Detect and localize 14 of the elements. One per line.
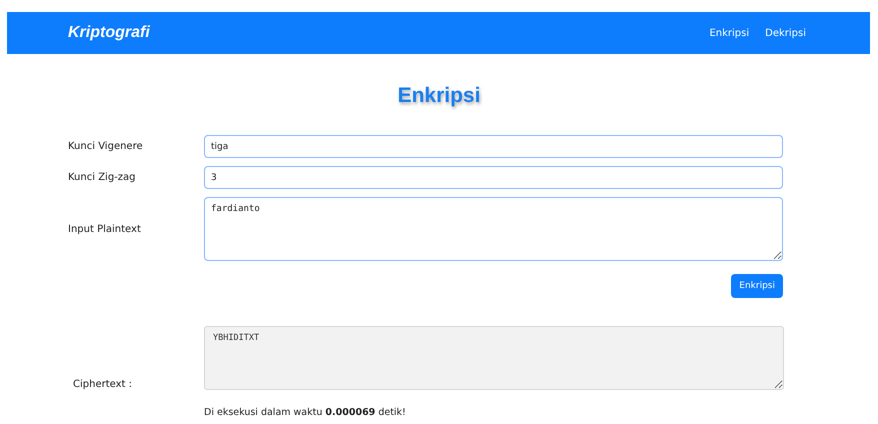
nav-link[interactable]: Enkripsi (709, 28, 750, 38)
encrypt-button[interactable]: Enkripsi (731, 274, 783, 298)
input-field[interactable]: 3 (204, 166, 783, 189)
field-label: Ciphertext : (73, 379, 133, 390)
execution-time-text: Di eksekusi dalam waktu 0.000069 detik! (204, 407, 407, 418)
ciphertext-field[interactable]: YBHIDITXT (204, 326, 784, 390)
brand-logo[interactable]: Kriptografi (68, 24, 150, 42)
field-label: Input Plaintext (68, 224, 142, 234)
plaintext-field[interactable]: fardianto (204, 197, 783, 261)
page-title: Enkripsi (396, 83, 482, 109)
input-field[interactable]: tiga (204, 135, 783, 158)
field-label: Kunci Vigenere (68, 141, 144, 152)
nav-link[interactable]: Dekripsi (765, 28, 806, 38)
field-label: Kunci Zig-zag (68, 172, 136, 183)
